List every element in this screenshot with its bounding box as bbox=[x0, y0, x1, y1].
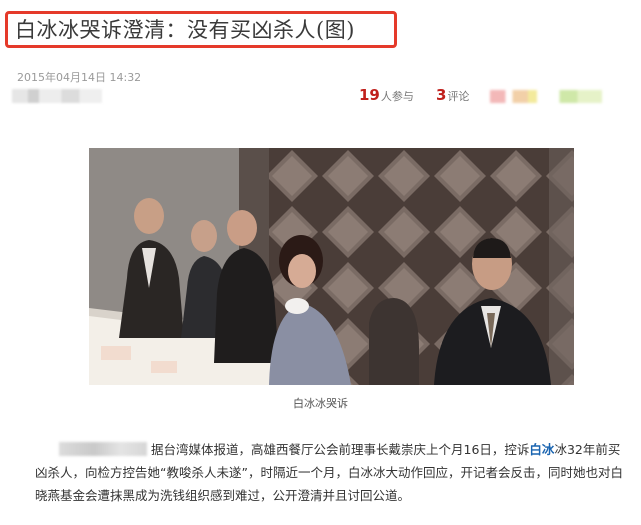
article-title: 白冰冰哭诉澄清：没有买凶杀人(图) bbox=[15, 18, 355, 42]
blurred-source-link[interactable] bbox=[12, 89, 102, 103]
comments-label: 评论 bbox=[447, 90, 470, 103]
article-body: 据台湾媒体报道，高雄西餐厅公会前理事长戴崇庆上个月16日，控诉白冰冰32年前买凶… bbox=[35, 438, 631, 507]
body-text-part1: 据台湾媒体报道，高雄西餐厅公会前理事长戴崇庆上个月16日，控诉 bbox=[151, 442, 530, 457]
participants-link[interactable]: 19人参与 bbox=[359, 86, 414, 104]
comments-count: 3 bbox=[436, 86, 447, 104]
article-page: 白冰冰哭诉澄清：没有买凶杀人(图) 2015年04月14日 14:32 19人参… bbox=[0, 0, 641, 525]
participants-count: 19 bbox=[359, 86, 380, 104]
participants-label: 人参与 bbox=[380, 90, 414, 103]
comments-link[interactable]: 3评论 bbox=[436, 86, 469, 104]
publish-date: 2015年04月14日 14:32 bbox=[17, 71, 142, 84]
blurred-source-tag bbox=[59, 442, 147, 456]
article-photo bbox=[89, 148, 574, 385]
body-highlight-link[interactable]: 白冰 bbox=[529, 442, 554, 457]
photo-caption: 白冰冰哭诉 bbox=[293, 397, 348, 410]
blurred-share-icons[interactable] bbox=[490, 90, 602, 103]
